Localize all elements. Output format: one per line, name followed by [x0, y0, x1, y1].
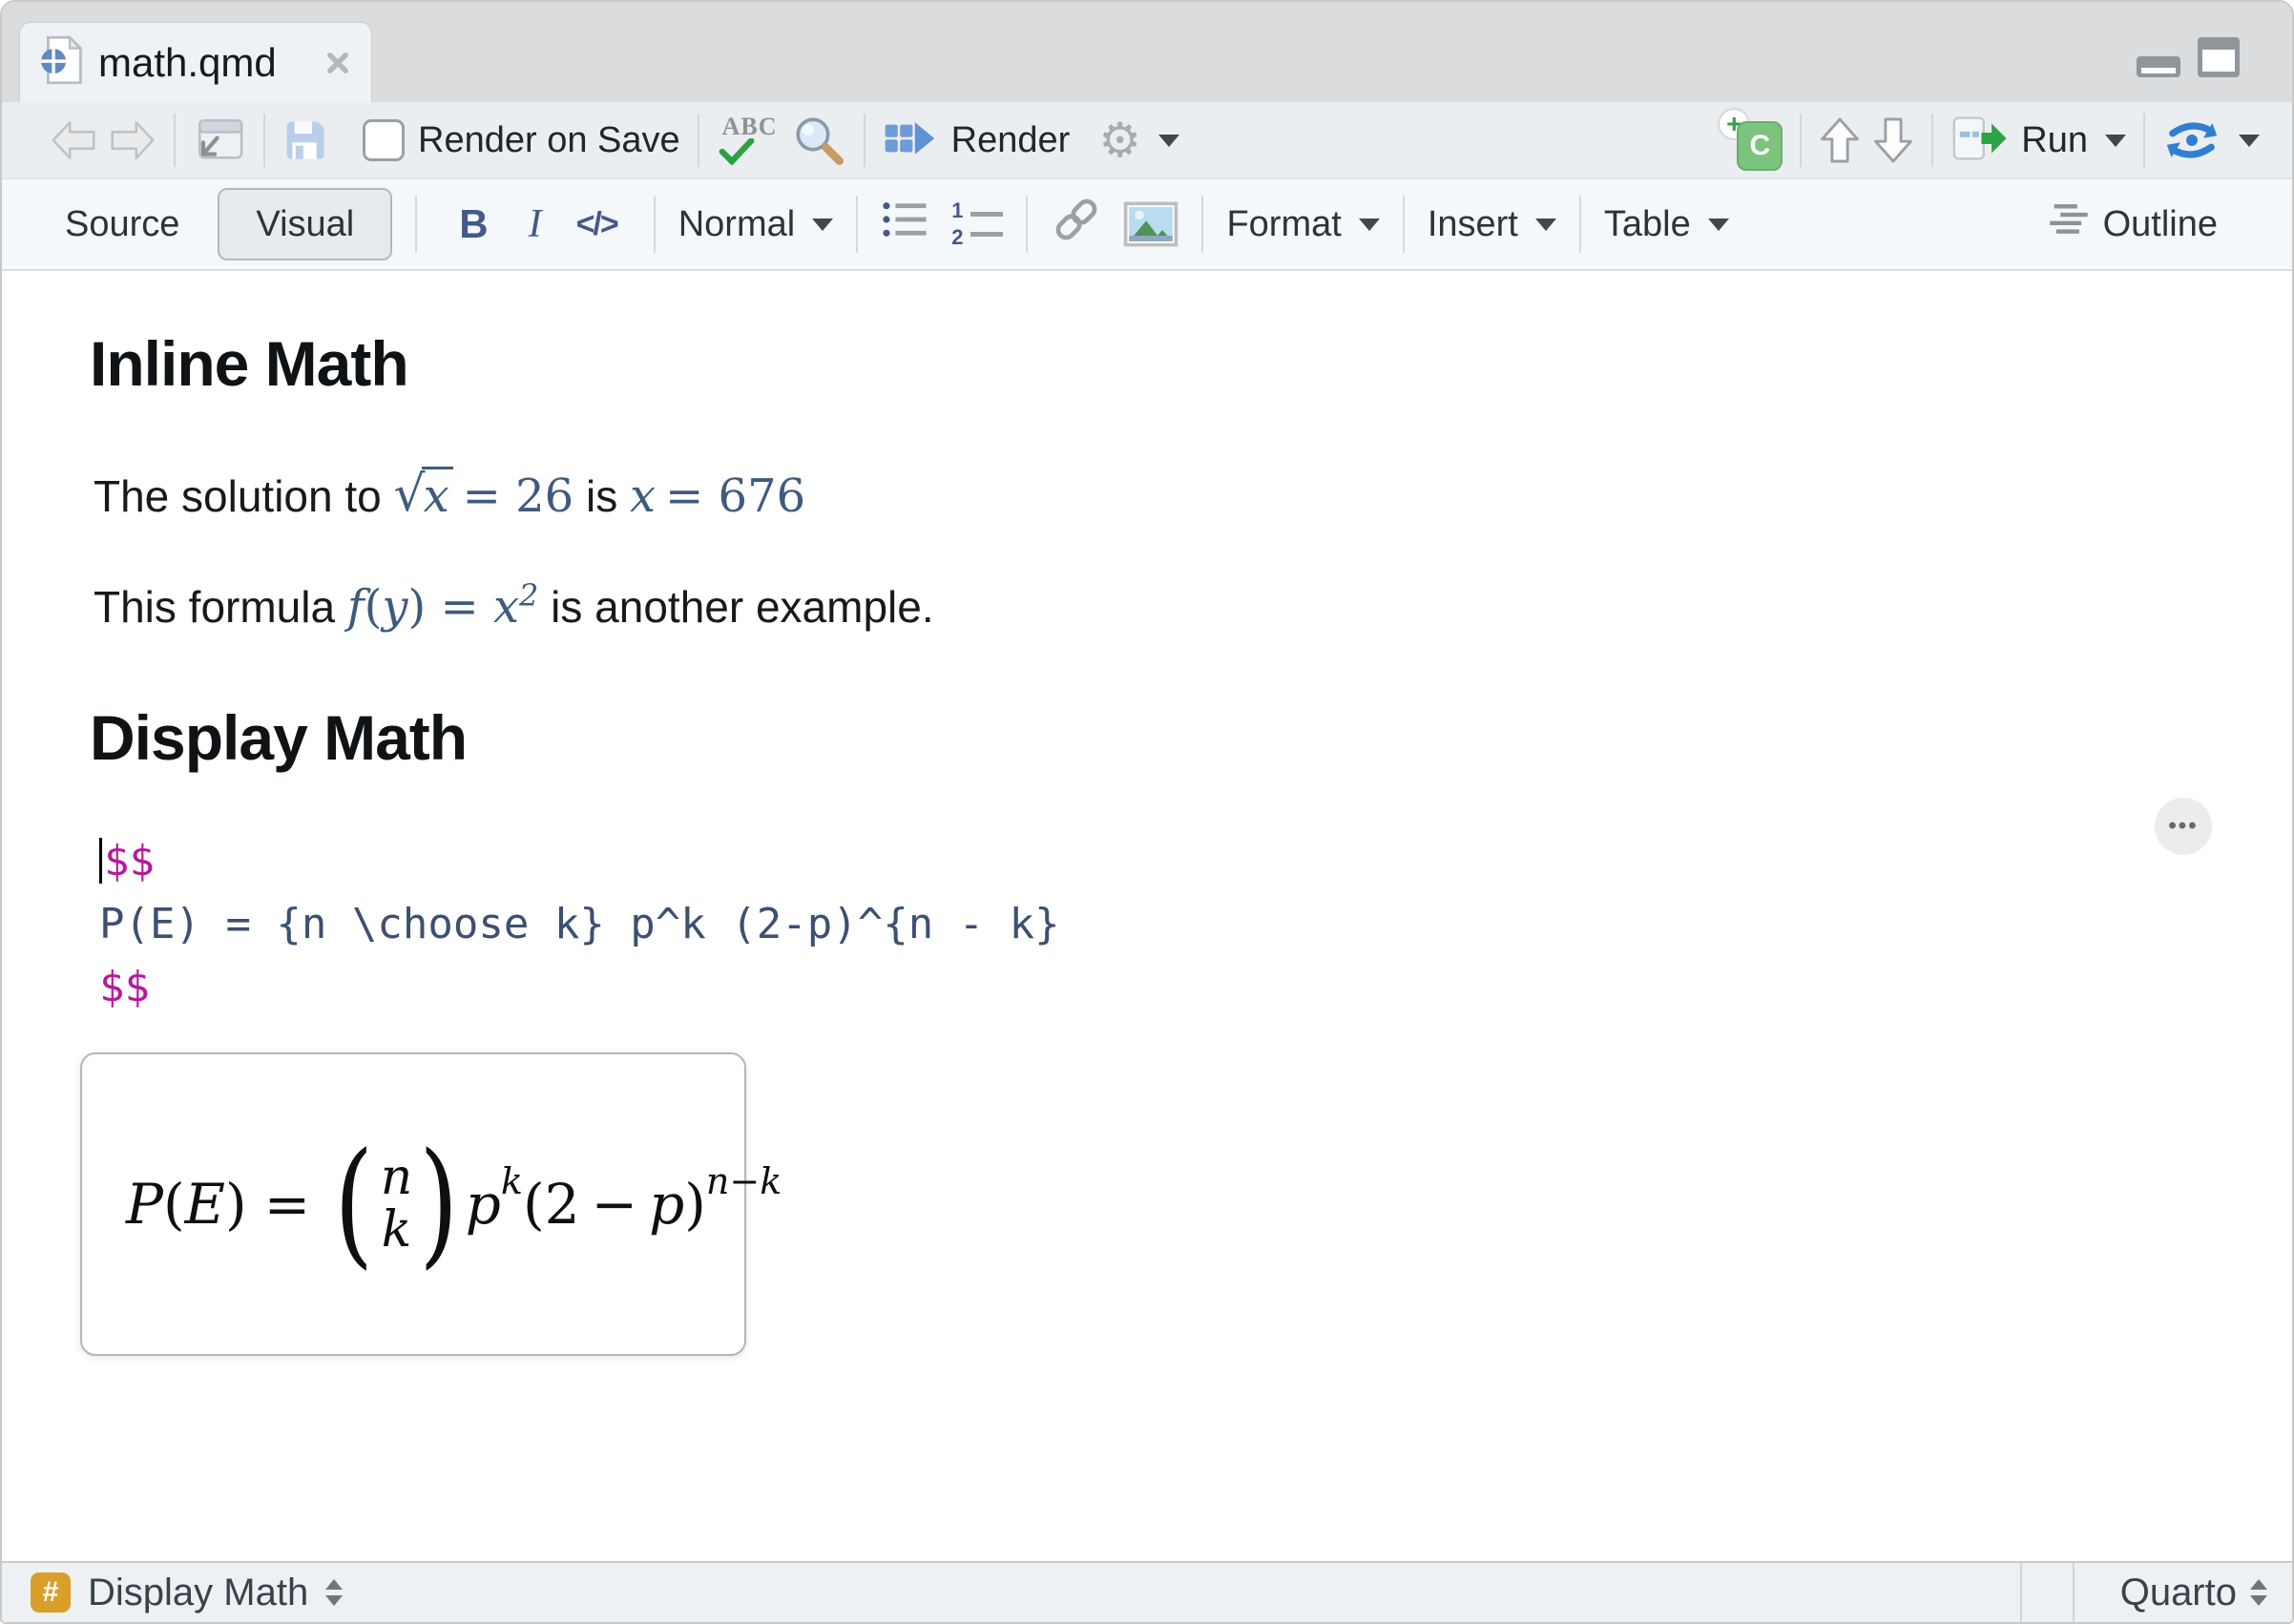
ordered-list-icon[interactable]: 12 [951, 198, 1004, 249]
render-on-save-checkbox[interactable] [363, 119, 405, 161]
separator [697, 114, 699, 167]
paragraph-inline-math-2[interactable]: This formula f(y) = x2 is another exampl… [94, 577, 934, 634]
jump-next-chunk-icon[interactable] [1872, 115, 1914, 165]
editor-toolbar: Render on Save ABC Render ⚙ + C Run [2, 102, 2292, 179]
link-icon[interactable] [1051, 197, 1102, 252]
render-on-save-label: Render on Save [418, 119, 680, 160]
spellcheck-check-icon [719, 137, 755, 170]
heading-inline-math[interactable]: Inline Math [90, 327, 409, 400]
math-delimiter-line[interactable]: $$ [99, 955, 1060, 1018]
insert-chunk-icon[interactable]: + C [1720, 110, 1783, 171]
inline-code-button[interactable]: </> [576, 206, 619, 243]
run-button[interactable]: Run [1950, 115, 2088, 167]
separator [856, 196, 859, 253]
tab-bar: math.qmd [2, 2, 2292, 102]
outline-location-button[interactable]: # Display Math [2, 1563, 2020, 1622]
tab-title: math.qmd [98, 39, 277, 85]
back-button[interactable] [50, 118, 97, 162]
separator [415, 196, 418, 253]
section-selector-arrows-icon [325, 1579, 344, 1606]
spellcheck-icon[interactable]: ABC [717, 111, 778, 170]
chunk-c-badge: C [1737, 121, 1783, 171]
separator [1026, 196, 1029, 253]
open-in-new-window-icon[interactable] [193, 115, 246, 165]
chevron-down-icon [1358, 218, 1380, 231]
separator [1800, 114, 1803, 167]
outline-toggle[interactable]: Outline [2048, 203, 2218, 245]
separator [1578, 196, 1581, 253]
jump-previous-chunk-icon[interactable] [1819, 115, 1861, 165]
chevron-down-icon [1534, 218, 1556, 231]
save-icon[interactable] [282, 118, 326, 162]
separator [1931, 114, 1934, 167]
outline-label: Outline [2102, 203, 2218, 244]
math-preview-panel[interactable]: P(E) = ( nk ) p k(2− p) n−k [80, 1052, 782, 1356]
run-options-caret-icon[interactable] [2105, 134, 2126, 147]
separator [1201, 196, 1204, 253]
status-bar: # Display Math Quarto [2, 1561, 2292, 1622]
format-toolbar: Source Visual B I </> Normal 12 Format I… [2, 179, 2292, 271]
tab-close-icon[interactable] [323, 49, 352, 77]
paragraph-style-value: Normal [678, 203, 796, 244]
minimize-pane-icon[interactable] [2136, 55, 2181, 83]
paragraph-inline-math-1[interactable]: The solution to √x = 26 is x = 676 [94, 466, 806, 524]
chevron-down-icon [812, 218, 834, 231]
mode-selector-arrows-icon [2250, 1579, 2267, 1606]
quarto-document-icon [39, 34, 84, 90]
document-mode-button[interactable]: Quarto [2073, 1563, 2292, 1622]
separator [653, 196, 656, 253]
block-options-ellipsis-button[interactable]: ••• [2155, 798, 2212, 855]
image-icon[interactable] [1123, 201, 1178, 247]
heading-hash-badge: # [31, 1572, 71, 1613]
source-mode-button[interactable]: Source [65, 204, 179, 245]
render-icon [883, 115, 938, 166]
text-cursor [99, 838, 102, 884]
italic-button[interactable]: I [529, 201, 542, 247]
visual-mode-button[interactable]: Visual [218, 188, 393, 260]
outline-icon [2048, 203, 2090, 245]
separator [263, 114, 265, 167]
math-delimiter-line[interactable]: $$ [99, 829, 1060, 892]
math-latex-line[interactable]: P(E) = {n \choose k} p^k (2-p)^{n - k} [99, 892, 1060, 955]
math-source-block[interactable]: $$ P(E) = {n \choose k} p^k (2-p)^{n - k… [99, 829, 1060, 1018]
run-label: Run [2021, 119, 2088, 160]
chevron-down-icon [1707, 218, 1729, 231]
visual-editor-canvas[interactable]: Inline Math The solution to √x = 26 is x =… [2, 271, 2292, 1561]
statusbar-cell [2020, 1563, 2073, 1622]
render-label: Render [950, 119, 1071, 160]
search-icon[interactable] [791, 113, 846, 168]
source-options-caret-icon[interactable] [2239, 134, 2260, 147]
ordered-list-number: 2 [951, 225, 964, 249]
pane-window-buttons [2136, 36, 2241, 83]
paragraph-style-dropdown[interactable]: Normal [678, 203, 834, 245]
forward-button[interactable] [109, 118, 156, 162]
bullet-list-icon[interactable] [881, 198, 928, 250]
inline-math-sqrt: √x = 26 [393, 466, 574, 523]
inline-math-x676: x = 676 [629, 469, 806, 523]
tab-math-qmd[interactable]: math.qmd [19, 22, 372, 102]
bold-button[interactable]: B [459, 201, 488, 247]
render-options-caret-icon[interactable] [1158, 134, 1180, 147]
separator [2143, 114, 2145, 167]
format-menu[interactable]: Format [1226, 204, 1380, 245]
current-section-label: Display Math [88, 1571, 309, 1614]
separator [1402, 196, 1405, 253]
document-mode-label: Quarto [2119, 1571, 2237, 1614]
heading-display-math[interactable]: Display Math [90, 701, 468, 774]
rendered-formula: P(E) = ( nk ) p k(2− p) n−k [126, 1123, 782, 1283]
rstudio-source-pane: math.qmd Render on Save ABC Render ⚙ + C… [0, 0, 2294, 1624]
inline-math-fy: f(y) = x2 [346, 577, 539, 634]
insert-menu[interactable]: Insert [1428, 204, 1556, 245]
render-button[interactable]: Render [883, 115, 1071, 166]
gear-icon[interactable]: ⚙ [1098, 116, 1141, 164]
ordered-list-number: 1 [951, 198, 964, 222]
separator [174, 114, 176, 167]
source-refresh-icon[interactable] [2162, 117, 2221, 163]
table-menu[interactable]: Table [1604, 204, 1729, 245]
separator [863, 114, 865, 167]
run-icon [1950, 115, 2008, 167]
binomial-coefficient: ( nk ) [334, 1123, 459, 1283]
maximize-pane-icon[interactable] [2197, 36, 2241, 83]
